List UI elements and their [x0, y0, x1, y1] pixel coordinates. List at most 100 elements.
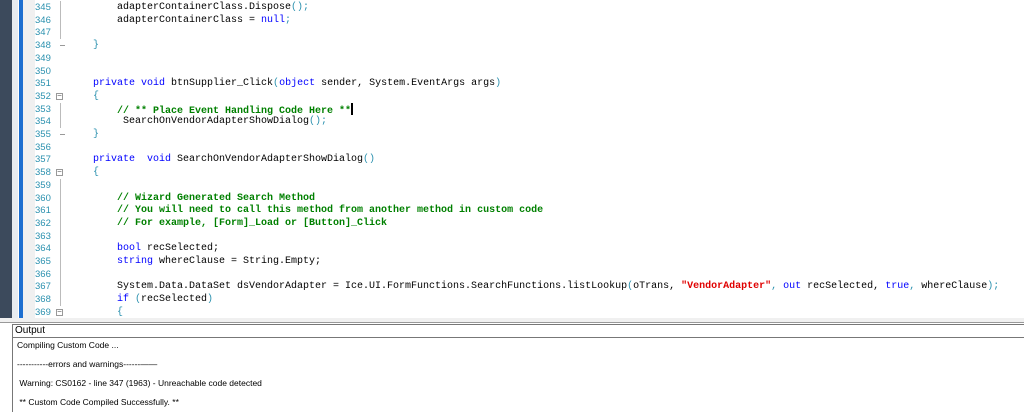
code-text: {: [93, 90, 99, 103]
fold-guide: [60, 216, 61, 230]
fold-guide: [60, 229, 61, 243]
code-text: System.Data.DataSet dsVendorAdapter = Ic…: [93, 280, 999, 293]
code-token: recSelected: [141, 294, 208, 306]
code-line[interactable]: 353 // ** Place Event Handling Code Here…: [0, 102, 1024, 117]
code-token: ,: [771, 281, 784, 293]
line-number: 349: [35, 52, 51, 64]
code-token: private void: [93, 78, 172, 90]
code-line[interactable]: 347: [0, 26, 1024, 40]
fold-end-marker: [60, 45, 65, 47]
code-line[interactable]: 365 string whereClause = String.Empty;: [0, 255, 1024, 268]
fold-guide: [60, 255, 61, 268]
fold-guide: [60, 13, 61, 27]
code-token: ();: [309, 116, 328, 128]
code-token: sender, System.EventArgs args: [321, 78, 496, 90]
code-token: adapterContainerClass.Dispose: [93, 2, 292, 13]
fold-end-marker: [60, 134, 65, 135]
code-line[interactable]: 368 if (recSelected): [0, 293, 1024, 307]
collapse-icon[interactable]: −: [56, 308, 63, 316]
code-text: {: [93, 306, 123, 318]
line-number: 362: [35, 217, 51, 229]
code-line[interactable]: 366: [0, 267, 1024, 281]
horizontal-scrollbar[interactable]: [0, 318, 1024, 323]
code-token: btnSupplier_Click: [171, 78, 274, 90]
code-text: // You will need to call this method fro…: [93, 204, 543, 217]
fold-guide: [60, 293, 61, 307]
fold-guide: [60, 115, 61, 129]
output-line: Warning: CS0162 - line 347 (1963) - Unre…: [17, 378, 262, 388]
output-panel-title: Output: [13, 324, 1024, 338]
code-line[interactable]: 364 bool recSelected;: [0, 242, 1024, 256]
code-line[interactable]: 352− {: [0, 90, 1024, 103]
code-line[interactable]: 348}: [0, 39, 1024, 52]
fold-guide: [60, 242, 61, 256]
code-text: adapterContainerClass.Dispose();: [93, 1, 309, 14]
code-token: string: [93, 256, 160, 267]
output-line: Compiling Custom Code ...: [17, 340, 119, 350]
code-token: SearchOnVendorAdapterShowDialog: [177, 154, 364, 166]
code-text: private void SearchOnVendorAdapterShowDi…: [93, 153, 375, 166]
code-line[interactable]: 369− {: [0, 306, 1024, 318]
code-editor[interactable]: 345 adapterContainerClass.Dispose(); 346 …: [0, 0, 1024, 318]
code-text: bool recSelected;: [93, 242, 219, 255]
code-token: ): [207, 294, 214, 306]
code-line[interactable]: 357 private void SearchOnVendorAdapterSho…: [0, 153, 1024, 166]
code-line[interactable]: 354 SearchOnVendorAdapterShowDialog();: [0, 115, 1024, 129]
code-token: "VendorAdapter": [681, 281, 772, 293]
fold-guide: [60, 102, 61, 116]
line-number: 363: [35, 230, 51, 242]
output-line: ** Custom Code Compiled Successfully. **: [17, 397, 179, 407]
code-line[interactable]: 349: [0, 52, 1024, 65]
code-line[interactable]: 362 // For example, [Form]_Load or [Butt…: [0, 216, 1024, 230]
code-line[interactable]: 360 // Wizard Generated Search Method: [0, 191, 1024, 205]
line-number: 347: [35, 27, 51, 39]
code-line[interactable]: 350: [0, 65, 1024, 78]
fold-guide: [60, 204, 61, 218]
code-line[interactable]: 355}: [0, 128, 1024, 141]
collapse-icon[interactable]: −: [56, 92, 63, 100]
code-line[interactable]: 359: [0, 178, 1024, 192]
code-token: whereClause = String.Empty;: [159, 256, 322, 267]
code-token: System.Data.DataSet dsVendorAdapter = Ic…: [93, 281, 628, 293]
code-token: whereClause: [921, 281, 988, 293]
code-text: private void btnSupplier_Click(object se…: [93, 77, 501, 90]
line-number: 352: [35, 90, 51, 102]
code-token: private void: [93, 154, 178, 166]
code-text: adapterContainerClass = null;: [93, 14, 291, 27]
line-number: 365: [35, 256, 51, 267]
code-line[interactable]: 358− {: [0, 166, 1024, 179]
code-token: }: [93, 129, 100, 140]
line-number: 354: [35, 116, 51, 128]
code-line[interactable]: 367 System.Data.DataSet dsVendorAdapter …: [0, 280, 1024, 294]
fold-guide: [60, 191, 61, 205]
code-text: // For example, [Form]_Load or [Button]_…: [93, 217, 387, 230]
line-number: 350: [35, 65, 51, 77]
code-token: out: [783, 281, 808, 293]
code-line[interactable]: 346 adapterContainerClass = null;: [0, 13, 1024, 27]
code-token: object: [279, 78, 322, 90]
collapse-icon[interactable]: −: [56, 169, 63, 177]
code-line[interactable]: 356: [0, 141, 1024, 154]
line-number: 364: [35, 243, 51, 255]
code-token: // You will need to call this method fro…: [93, 205, 544, 217]
output-line: -----------errors and warnings------——: [17, 359, 158, 369]
line-number: 359: [35, 179, 51, 191]
code-token: null: [261, 14, 286, 26]
fold-guide: [60, 267, 61, 281]
line-number: 355: [35, 129, 51, 140]
code-token: bool: [93, 243, 148, 255]
code-token: ,: [909, 281, 922, 293]
line-number: 367: [35, 281, 51, 293]
line-number: 361: [35, 205, 51, 217]
line-number: 368: [35, 294, 51, 306]
code-line[interactable]: 351 private void btnSupplier_Click(object…: [0, 77, 1024, 90]
line-number: 353: [35, 103, 51, 115]
code-token: adapterContainerClass =: [93, 14, 262, 26]
line-number: 358: [35, 167, 51, 179]
code-token: );: [987, 281, 1000, 293]
code-token: recSelected;: [147, 243, 220, 255]
code-line[interactable]: 363: [0, 229, 1024, 243]
code-line[interactable]: 345 adapterContainerClass.Dispose();: [0, 1, 1024, 14]
code-line[interactable]: 361 // You will need to call this method…: [0, 204, 1024, 218]
code-token: recSelected,: [807, 281, 886, 293]
